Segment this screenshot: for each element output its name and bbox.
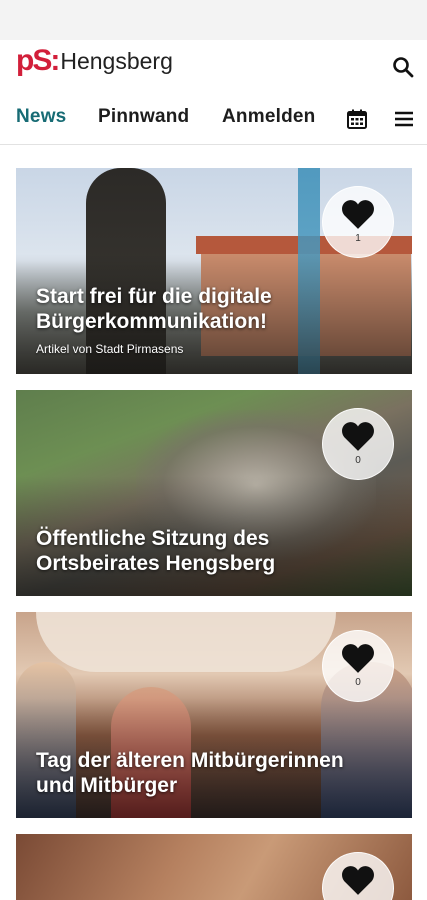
app-logo[interactable]: pS: Hengsberg (16, 46, 173, 76)
tab-anmelden[interactable]: Anmelden (222, 106, 315, 128)
heart-icon (342, 644, 374, 673)
search-icon[interactable] (391, 55, 415, 79)
article-title: Tag der älteren Mitbürgerinnen und Mitbü… (36, 749, 344, 797)
umbrella-shape (36, 612, 336, 672)
heart-icon (342, 866, 374, 895)
menu-icon[interactable] (393, 108, 415, 130)
heart-icon (342, 422, 374, 451)
logo-colon: : (50, 44, 60, 77)
news-card[interactable]: Öffentliche Sitzung des Ortsbeirates Hen… (16, 390, 412, 596)
logo-town-name: Hengsberg (60, 48, 173, 74)
tab-news[interactable]: News (16, 106, 66, 128)
calendar-icon[interactable] (346, 108, 368, 130)
news-card[interactable]: Tag der älteren Mitbürgerinnen und Mitbü… (16, 612, 412, 818)
article-title: Öffentliche Sitzung des Ortsbeirates Hen… (36, 527, 276, 575)
news-card[interactable] (16, 834, 412, 900)
like-count: 0 (355, 677, 361, 688)
article-source: Artikel von Stadt Pirmasens (36, 342, 184, 356)
like-button[interactable]: 1 (322, 186, 394, 258)
heart-icon (342, 200, 374, 229)
status-bar (0, 0, 427, 40)
like-count: 0 (355, 455, 361, 466)
top-navigation: News Pinnwand Anmelden (0, 96, 427, 145)
news-card[interactable]: Start frei für die digitale Bürgerkommun… (16, 168, 412, 374)
like-count: 1 (355, 233, 361, 244)
article-title: Start frei für die digitale Bürgerkommun… (36, 285, 272, 333)
tab-pinnwand[interactable]: Pinnwand (98, 106, 189, 128)
like-button[interactable]: 0 (322, 408, 394, 480)
like-button[interactable]: 0 (322, 630, 394, 702)
logo-mark: pS (16, 44, 52, 77)
